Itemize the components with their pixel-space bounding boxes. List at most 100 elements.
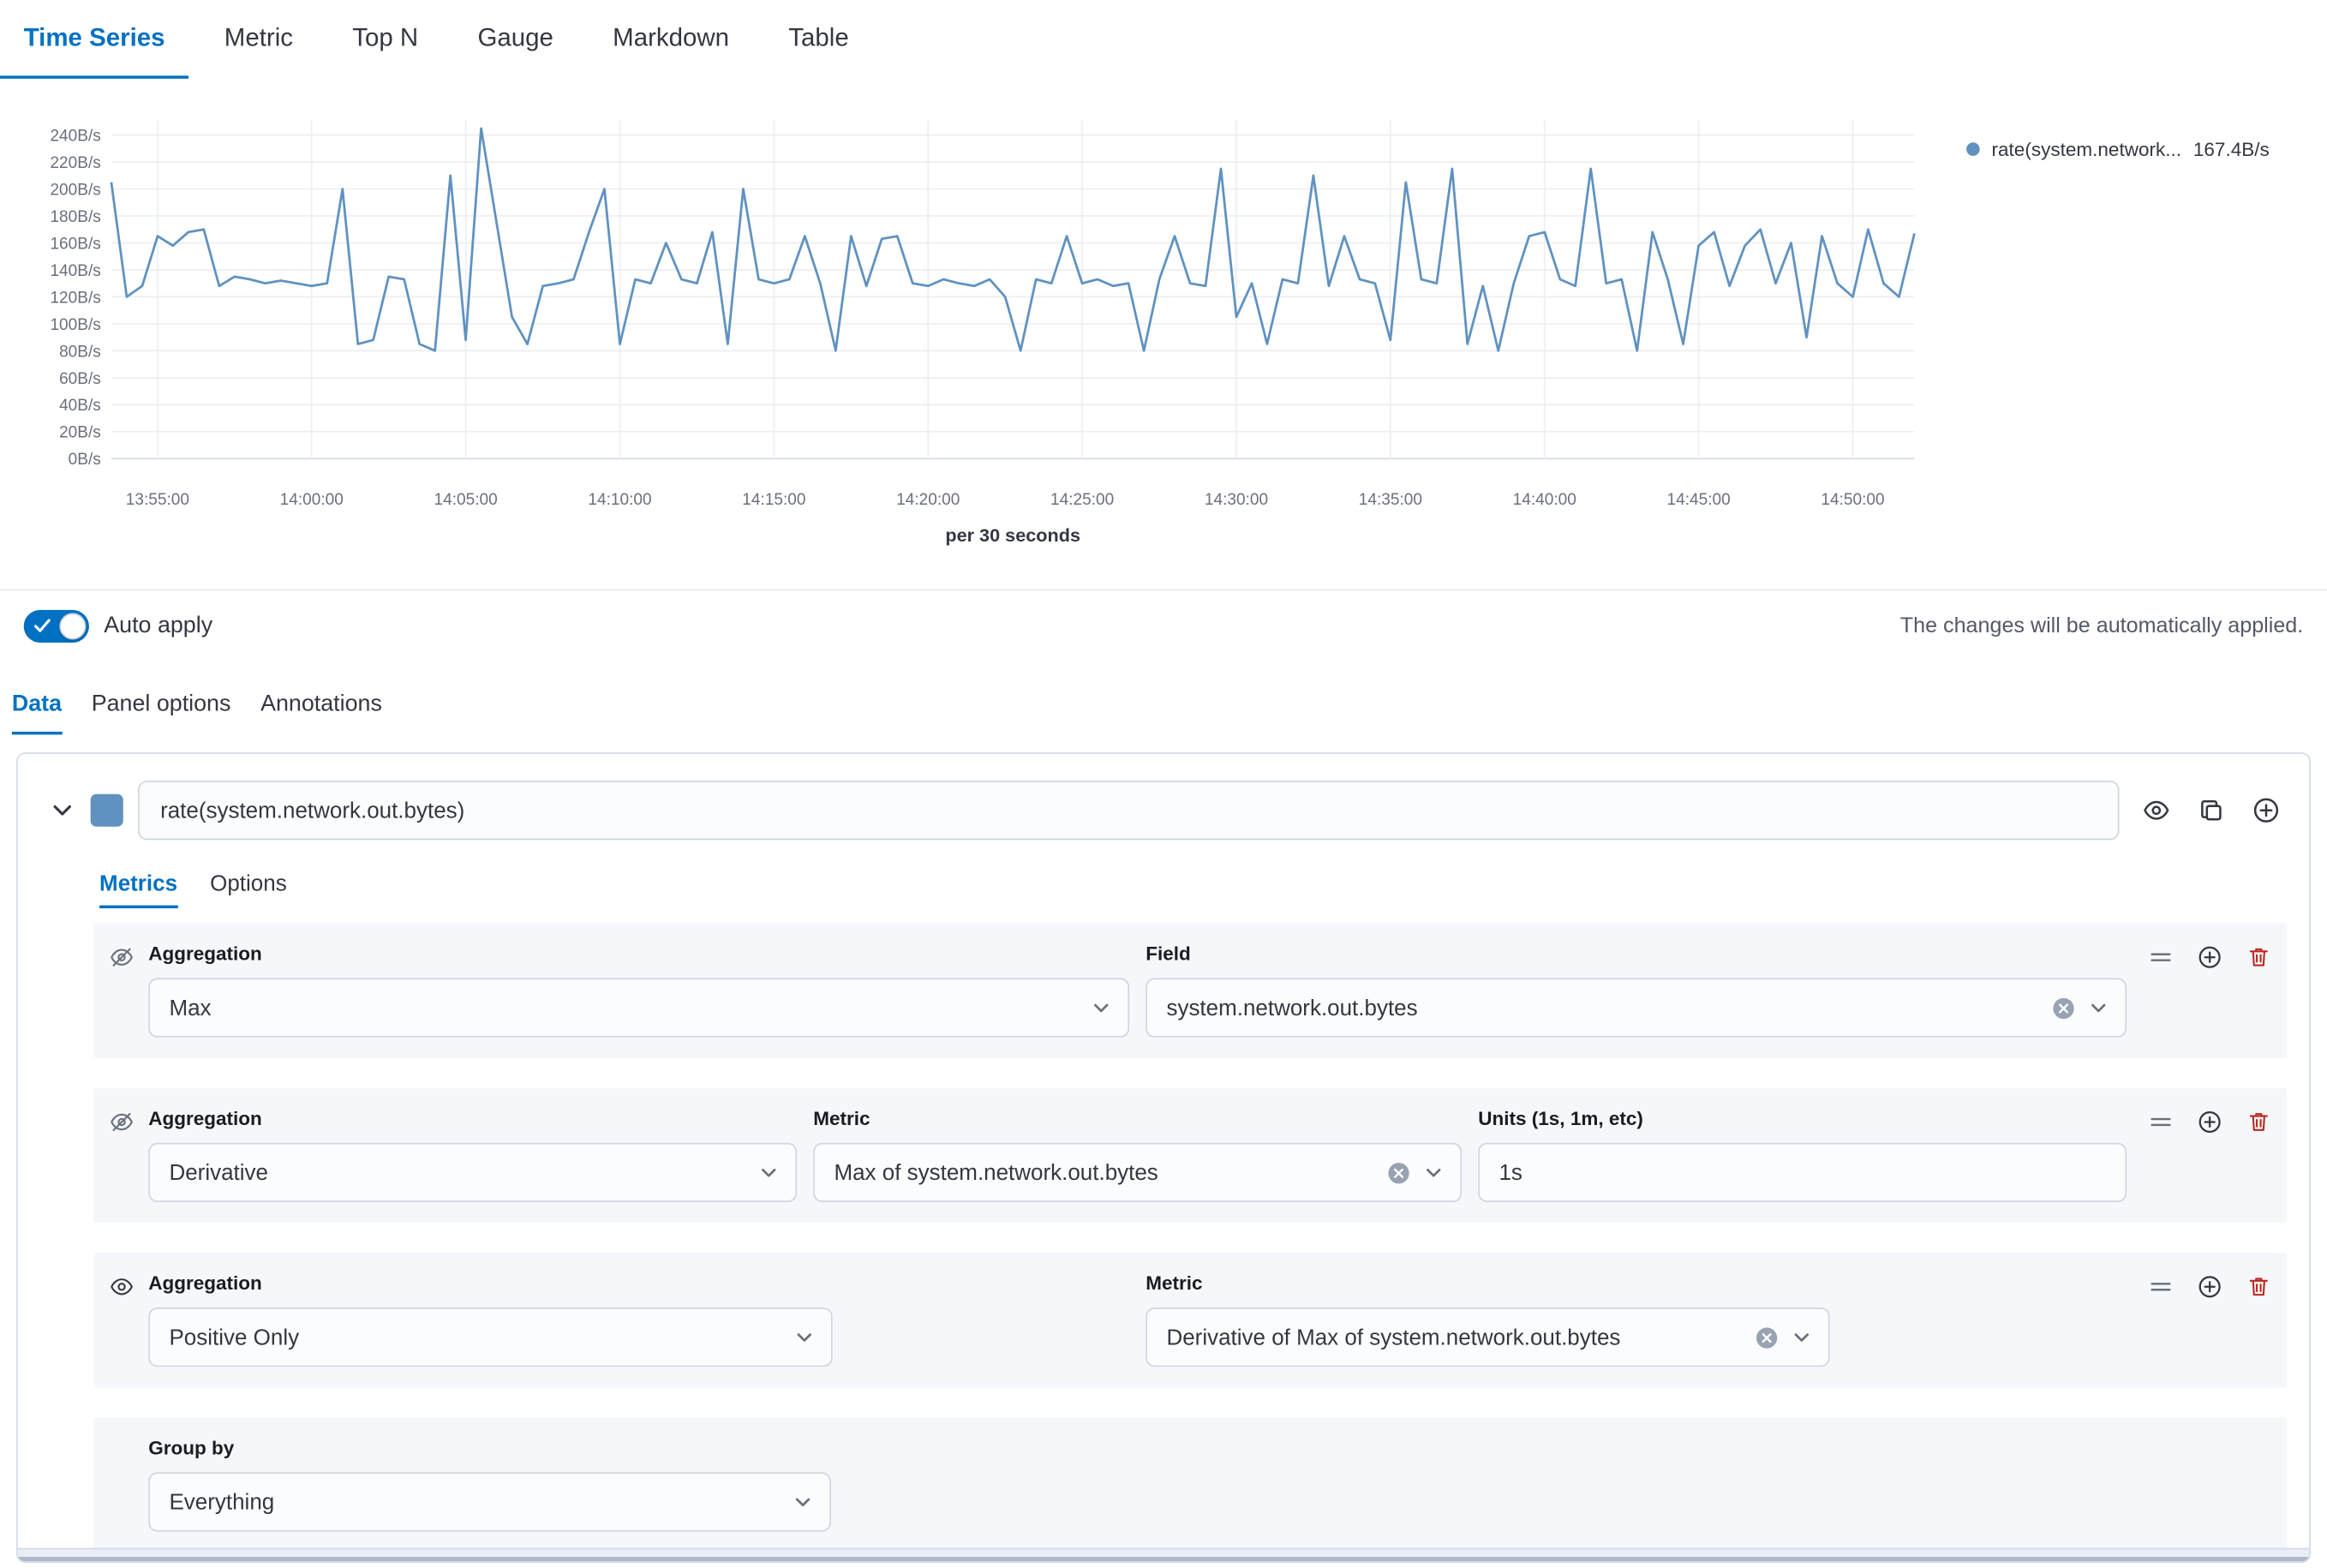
chevron-down-icon[interactable]	[51, 799, 75, 823]
chevron-down-icon	[793, 1492, 813, 1512]
eye-icon[interactable]	[110, 1275, 134, 1299]
tab-data[interactable]: Data	[12, 679, 62, 735]
field-label: Units (1s, 1m, etc)	[1478, 1107, 2127, 1131]
add-series-icon[interactable]	[2252, 797, 2279, 823]
field-label: Metric	[813, 1107, 1462, 1131]
group-by-select[interactable]: Everything	[148, 1472, 831, 1531]
aggregation-select[interactable]: Derivative	[148, 1143, 797, 1202]
field-label: Metric	[1146, 1272, 2127, 1296]
chevron-down-icon	[1091, 997, 1111, 1018]
metric-row: Aggregation Max Field system.network.out…	[93, 923, 2287, 1058]
series-header-actions	[2143, 797, 2279, 823]
eye-slash-icon[interactable]	[110, 945, 134, 969]
metric-combobox[interactable]: Derivative of Max of system.network.out.…	[1146, 1308, 1830, 1367]
add-metric-icon[interactable]	[2198, 945, 2222, 969]
svg-text:14:35:00: 14:35:00	[1359, 491, 1422, 509]
metric-column: Metric Max of system.network.out.bytes	[813, 1107, 1462, 1202]
svg-text:180B/s: 180B/s	[50, 208, 100, 226]
timeseries-chart: 0B/s20B/s40B/s60B/s80B/s100B/s120B/s140B…	[0, 79, 1929, 524]
combobox-value: Derivative of Max of system.network.out.…	[1166, 1325, 1742, 1350]
viz-type-tabs: Time Series Metric Top N Gauge Markdown …	[0, 0, 2327, 79]
tab-annotations[interactable]: Annotations	[260, 679, 382, 735]
aggregation-column: Aggregation Positive Only	[148, 1272, 1129, 1367]
tab-metric[interactable]: Metric	[200, 0, 317, 79]
chart-area: 0B/s20B/s40B/s60B/s80B/s100B/s120B/s140B…	[0, 79, 2327, 589]
svg-text:120B/s: 120B/s	[50, 289, 100, 307]
delete-metric-icon[interactable]	[2246, 1275, 2270, 1299]
aggregation-select[interactable]: Positive Only	[148, 1308, 833, 1367]
series-panel: Metrics Options Aggregation Max Field sy…	[16, 752, 2311, 1563]
eye-icon[interactable]	[2143, 797, 2169, 823]
svg-text:160B/s: 160B/s	[50, 235, 100, 253]
chevron-down-icon	[794, 1327, 815, 1348]
svg-text:14:30:00: 14:30:00	[1205, 491, 1268, 509]
units-input[interactable]: 1s	[1478, 1143, 2127, 1202]
series-color-swatch[interactable]	[91, 794, 123, 827]
auto-apply-hint: The changes will be automatically applie…	[1900, 613, 2304, 637]
tab-options[interactable]: Options	[210, 861, 287, 908]
select-value: Derivative	[169, 1160, 746, 1185]
add-metric-icon[interactable]	[2198, 1110, 2222, 1134]
tab-panel-options[interactable]: Panel options	[92, 679, 231, 735]
tab-table[interactable]: Table	[765, 0, 873, 79]
input-value: 1s	[1498, 1160, 2109, 1185]
tab-gauge[interactable]: Gauge	[454, 0, 577, 79]
metric-combobox[interactable]: Max of system.network.out.bytes	[813, 1143, 1462, 1202]
field-label: Aggregation	[148, 1107, 797, 1131]
metric-row: Aggregation Derivative Metric Max of sys…	[93, 1088, 2287, 1224]
eye-slash-icon[interactable]	[110, 1110, 134, 1134]
svg-text:60B/s: 60B/s	[59, 370, 101, 388]
clear-selection-icon[interactable]	[2051, 995, 2076, 1020]
aggregation-select[interactable]: Max	[148, 978, 1129, 1037]
svg-text:13:55:00: 13:55:00	[126, 491, 189, 509]
series-tabs: Metrics Options	[99, 861, 2309, 908]
units-column: Units (1s, 1m, etc) 1s	[1478, 1107, 2127, 1202]
drag-handle-icon[interactable]	[2149, 945, 2173, 969]
svg-text:14:15:00: 14:15:00	[742, 491, 805, 509]
group-by-row: Group by Everything	[93, 1417, 2287, 1553]
field-column: Field system.network.out.bytes	[1146, 943, 2127, 1038]
tab-metrics[interactable]: Metrics	[99, 861, 177, 908]
combobox-value: system.network.out.bytes	[1166, 995, 2038, 1020]
auto-apply-toggle[interactable]	[24, 609, 89, 642]
tab-time-series[interactable]: Time Series	[0, 0, 188, 79]
select-value: Everything	[169, 1489, 781, 1514]
clear-selection-icon[interactable]	[1754, 1325, 1779, 1350]
delete-metric-icon[interactable]	[2246, 945, 2270, 969]
svg-text:220B/s: 220B/s	[50, 154, 100, 172]
svg-text:14:05:00: 14:05:00	[434, 491, 498, 509]
tab-markdown[interactable]: Markdown	[589, 0, 752, 79]
toggle-thumb	[59, 613, 86, 639]
legend-series-dot	[1966, 142, 1980, 156]
select-value: Max	[169, 995, 1079, 1020]
clear-selection-icon[interactable]	[1386, 1160, 1411, 1185]
clone-series-icon[interactable]	[2198, 797, 2224, 823]
drag-handle-icon[interactable]	[2149, 1110, 2173, 1134]
series-label-input[interactable]	[138, 781, 2119, 840]
metric-row: Aggregation Positive Only Metric Derivat…	[93, 1253, 2287, 1388]
next-section-divider	[18, 1548, 2309, 1562]
tsvb-editor: Time Series Metric Top N Gauge Markdown …	[0, 0, 2327, 1568]
chevron-down-icon	[1792, 1327, 1812, 1348]
drag-handle-icon[interactable]	[2149, 1275, 2173, 1299]
metric-rows: Aggregation Max Field system.network.out…	[93, 923, 2287, 1552]
field-label: Field	[1146, 943, 2127, 967]
svg-text:14:45:00: 14:45:00	[1667, 491, 1731, 509]
group-by-label: Group by	[148, 1437, 2270, 1461]
aggregation-column: Aggregation Max	[148, 943, 1129, 1038]
svg-text:14:20:00: 14:20:00	[896, 491, 960, 509]
auto-apply-bar: Auto apply The changes will be automatic…	[0, 589, 2327, 661]
field-combobox[interactable]: system.network.out.bytes	[1146, 978, 2127, 1037]
tab-top-n[interactable]: Top N	[329, 0, 442, 79]
svg-text:14:25:00: 14:25:00	[1050, 491, 1114, 509]
delete-metric-icon[interactable]	[2246, 1110, 2270, 1134]
combobox-value: Max of system.network.out.bytes	[834, 1160, 1373, 1185]
svg-text:0B/s: 0B/s	[69, 451, 101, 469]
svg-text:100B/s: 100B/s	[50, 316, 100, 334]
svg-text:40B/s: 40B/s	[59, 397, 101, 415]
chart-legend-item[interactable]: rate(system.network... 167.4B/s	[1966, 138, 2270, 160]
add-metric-icon[interactable]	[2198, 1275, 2222, 1299]
field-label: Aggregation	[148, 943, 1129, 967]
chevron-down-icon	[1423, 1162, 1444, 1182]
editor-tabs: Data Panel options Annotations	[0, 679, 2327, 735]
